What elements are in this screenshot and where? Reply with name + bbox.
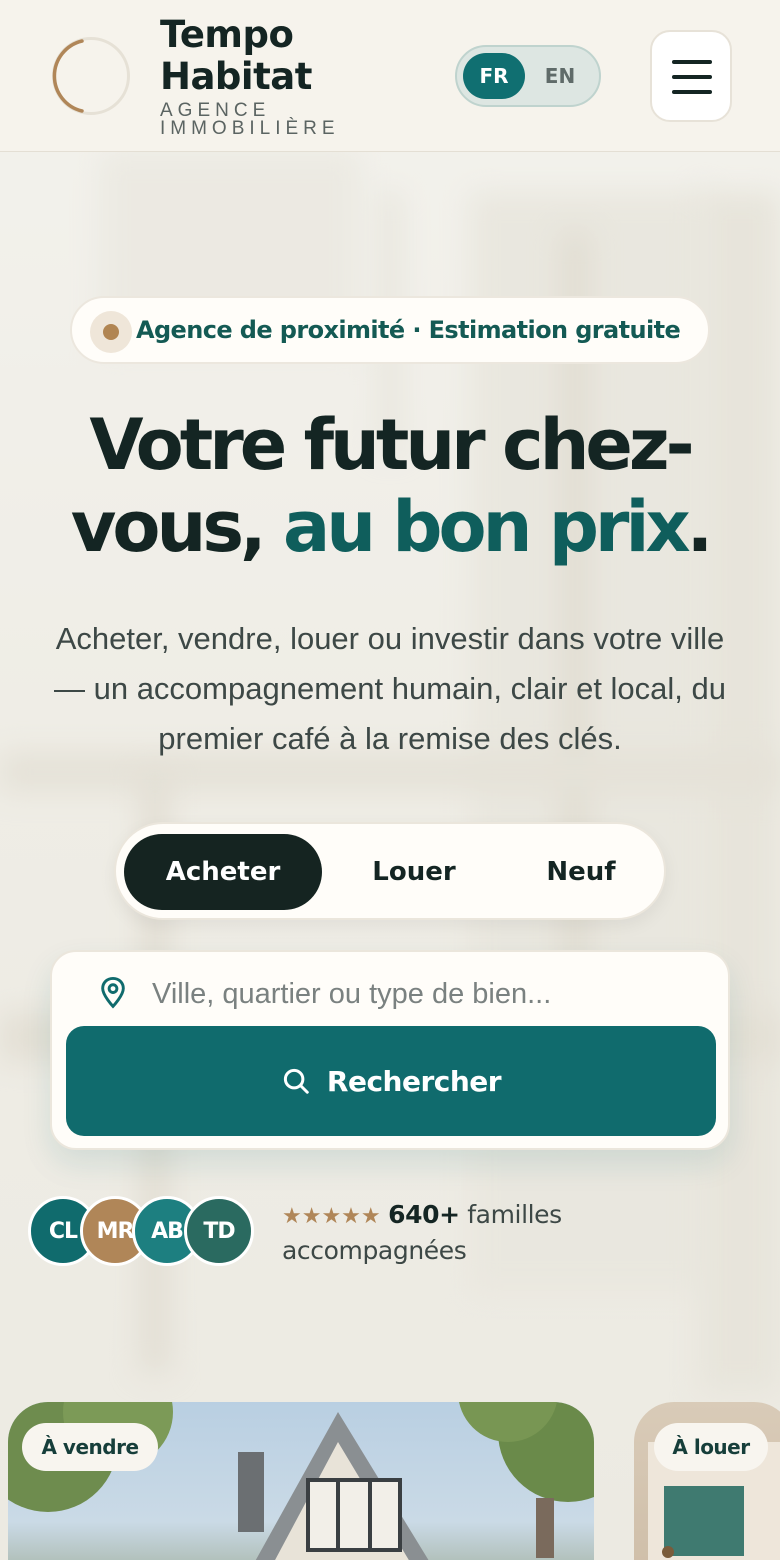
avatar: TD [184,1196,254,1266]
brand-subtitle: AGENCE IMMOBILIÈRE [160,100,340,139]
headline-accent: au bon prix [282,486,691,568]
language-switch: FR EN [455,45,601,107]
search-button[interactable]: Rechercher [66,1026,716,1136]
brand-title[interactable]: Tempo Habitat [160,14,340,98]
search-input[interactable] [152,966,712,1022]
dot-icon [90,311,132,353]
tag-for-sale: À vendre [22,1423,158,1471]
headline-end: . [686,486,714,568]
avatar-group: CL MR AB TD [28,1196,268,1268]
search-button-label: Rechercher [326,1064,502,1098]
tag-for-rent: À louer [654,1423,768,1471]
tab-acheter[interactable]: Acheter [124,834,322,910]
badge-text: Agence de proximité · Estimation gratuit… [136,316,681,344]
lang-fr-button[interactable]: FR [463,53,525,99]
hamburger-icon [672,60,712,64]
menu-button[interactable] [650,30,732,122]
hero-headline: Votre futur chez-vous, au bon prix. [40,404,740,576]
info-badge: Agence de proximité · Estimation gratuit… [70,296,710,364]
tab-neuf[interactable]: Neuf [498,834,664,910]
tab-louer[interactable]: Louer [326,834,502,910]
social-proof: ★★★★★ 640+ familles accompagnées [282,1198,702,1268]
location-pin-icon [101,976,125,1009]
site-header: Tempo Habitat AGENCE IMMOBILIÈRE FR EN [0,0,780,152]
star-rating-icon: ★★★★★ [282,1204,381,1229]
search-card: Rechercher [50,950,730,1150]
families-count: 640+ [388,1200,460,1229]
logo-icon[interactable] [52,37,130,115]
hero-subtitle: Acheter, vendre, louer ou investir dans … [53,621,727,756]
lang-en-button[interactable]: EN [529,53,591,99]
search-icon [283,1068,309,1094]
search-mode-tabs: Acheter Louer Neuf [114,822,666,920]
